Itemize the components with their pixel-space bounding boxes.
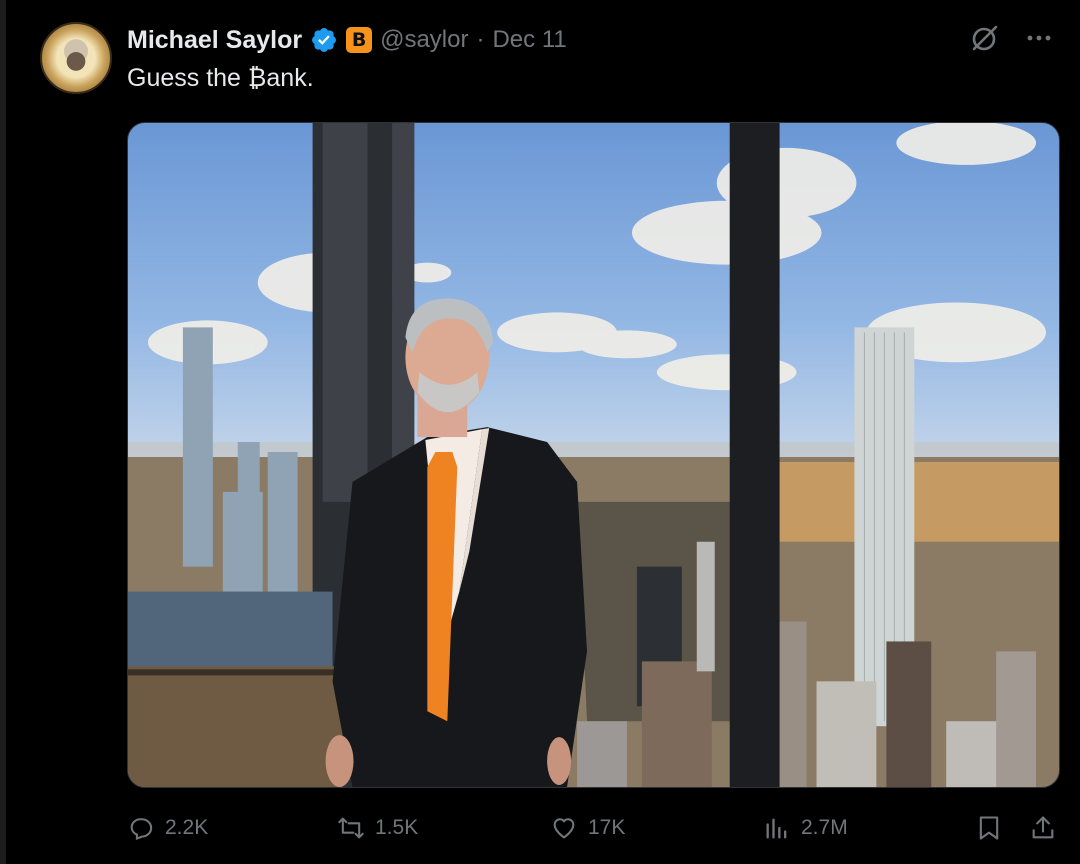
tweet[interactable]: Michael Saylor B @saylor · Dec 11 Guess … (0, 0, 1080, 864)
like-count: 17K (588, 816, 626, 839)
bookmark-icon (979, 816, 999, 840)
tweet-photo[interactable] (127, 122, 1060, 788)
share-button[interactable] (1029, 814, 1057, 842)
views-count: 2.7M (801, 816, 848, 839)
post-date[interactable]: Dec 11 (492, 26, 566, 54)
like-button[interactable]: 17K (550, 814, 625, 842)
reply-button[interactable]: 2.2K (127, 814, 208, 842)
tweet-text: Guess the ₿ank. (127, 64, 314, 92)
author-handle[interactable]: @saylor (380, 26, 468, 54)
views-button[interactable]: 2.7M (763, 814, 848, 842)
verified-badge-icon[interactable] (310, 26, 338, 54)
more-icon[interactable] (1026, 34, 1052, 42)
separator: · (476, 26, 485, 53)
repost-icon (338, 817, 364, 839)
share-icon (1032, 816, 1054, 839)
repost-button[interactable]: 1.5K (337, 814, 418, 842)
avatar[interactable] (40, 22, 112, 94)
reply-icon (130, 818, 153, 840)
tweet-header: Michael Saylor B @saylor · Dec 11 (127, 24, 567, 56)
action-bar: 2.2K 1.5K 17K 2.7M (127, 810, 1060, 846)
reply-count: 2.2K (165, 816, 209, 839)
views-icon (766, 818, 787, 839)
top-actions (968, 22, 1052, 54)
grok-icon[interactable] (968, 22, 1000, 54)
bitcoin-badge-icon[interactable]: B (346, 27, 373, 53)
photo-scene (128, 123, 1059, 787)
bookmark-button[interactable] (975, 814, 1003, 842)
heart-icon (553, 818, 575, 839)
repost-count: 1.5K (375, 816, 419, 839)
author-name[interactable]: Michael Saylor (127, 26, 302, 55)
